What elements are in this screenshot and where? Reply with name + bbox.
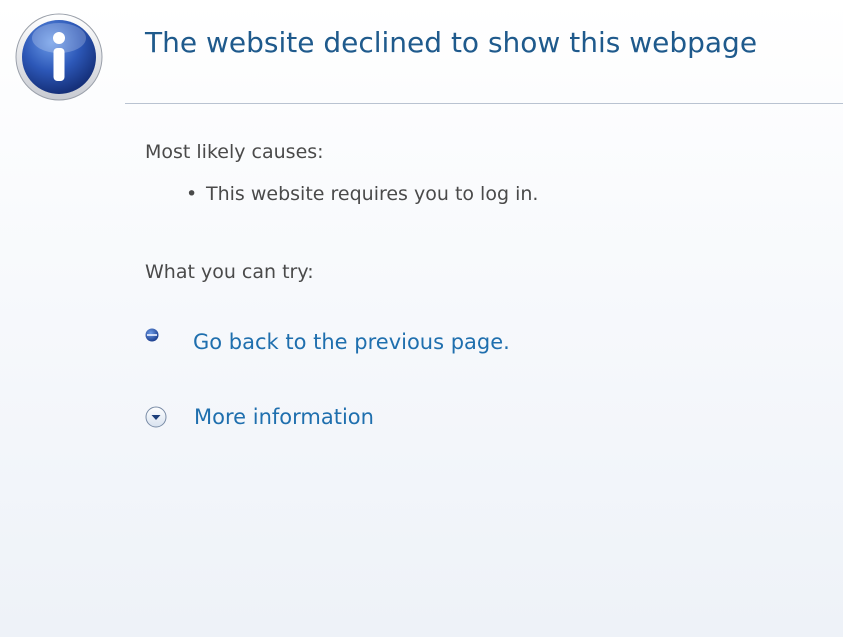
cause-text: This website requires you to log in. bbox=[206, 183, 539, 205]
bullet-dot-icon bbox=[145, 328, 159, 342]
info-icon bbox=[15, 13, 103, 101]
causes-heading: Most likely causes: bbox=[145, 141, 324, 163]
go-back-label[interactable]: Go back to the previous page. bbox=[193, 330, 510, 354]
try-heading: What you can try: bbox=[145, 261, 314, 283]
more-information-toggle[interactable]: More information bbox=[145, 405, 374, 429]
go-back-link[interactable]: Go back to the previous page. bbox=[145, 328, 510, 354]
more-information-label[interactable]: More information bbox=[194, 405, 374, 429]
cause-bullet: • bbox=[186, 183, 198, 205]
cause-item: • This website requires you to log in. bbox=[186, 183, 538, 205]
chevron-down-circle-icon[interactable] bbox=[145, 406, 167, 428]
error-page: The website declined to show this webpag… bbox=[0, 0, 843, 637]
title-divider bbox=[125, 103, 843, 104]
page-title: The website declined to show this webpag… bbox=[145, 26, 758, 59]
